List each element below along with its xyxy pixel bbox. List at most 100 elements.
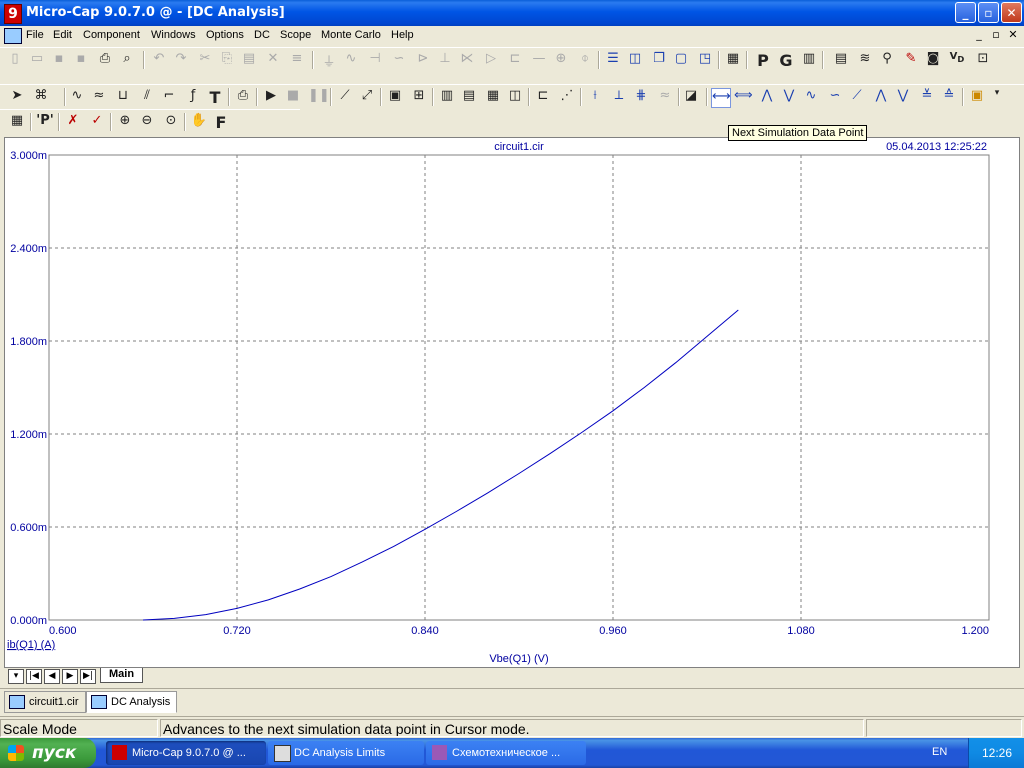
top-icon[interactable]: ≚ — [918, 88, 936, 106]
system-clock[interactable]: 12:26 — [968, 738, 1024, 768]
task-microcap[interactable]: Micro-Cap 9.0.7.0 @ ... — [106, 741, 266, 765]
formula-icon[interactable]: ƒ — [184, 88, 202, 106]
mdi-minimize-button[interactable]: _ — [972, 29, 986, 42]
pen-icon[interactable]: ✎ — [902, 51, 920, 69]
vertical-grid-icon[interactable]: ▦ — [484, 88, 502, 106]
cursor-step-icon[interactable]: ⟊ — [586, 88, 604, 106]
probe-icon[interactable]: ⌽ — [576, 51, 594, 69]
bottom-icon[interactable]: ≙ — [940, 88, 958, 106]
pause-icon[interactable]: ❚❚ — [308, 88, 330, 106]
plot-window[interactable]: 0.600 0.720 0.840 0.960 1.080 1.200 0.000m 0.60… — [4, 137, 1020, 668]
select-arrow-icon[interactable]: ➤ — [8, 88, 26, 106]
paste-icon[interactable]: ▤ — [240, 51, 258, 69]
menu-windows[interactable]: Windows — [151, 29, 196, 41]
first-page-button[interactable]: |◀ — [26, 669, 42, 684]
zoom-out-icon[interactable]: ⊖ — [138, 113, 156, 131]
global-low-icon[interactable]: ⋁ — [894, 88, 912, 106]
global-high-icon[interactable]: ⋀ — [872, 88, 890, 106]
new-file-icon[interactable]: ▯ — [6, 51, 24, 69]
tangent-icon[interactable]: ⫽ — [138, 88, 156, 106]
valley-cursor-icon[interactable]: ⋁ — [780, 88, 798, 106]
app-icon[interactable]: 9 — [4, 4, 22, 24]
horizontal-grid-icon[interactable]: ▤ — [460, 88, 478, 106]
package-icon[interactable]: ▣ — [968, 88, 986, 106]
window-split-v-icon[interactable]: ◫ — [626, 51, 644, 69]
y-cursor-icon[interactable]: ✓ — [88, 113, 106, 131]
ground-icon[interactable]: ⏚ — [320, 51, 338, 70]
menu-component[interactable]: Component — [83, 29, 140, 41]
data-points-icon[interactable]: ⋰ — [558, 88, 576, 106]
baseline-icon[interactable]: ⊏ — [534, 88, 552, 106]
tab-main[interactable]: Main — [100, 668, 144, 683]
last-page-button[interactable]: ▶| — [80, 669, 96, 684]
print-icon[interactable]: ⎙ — [96, 51, 114, 69]
title-bar[interactable]: 9 Micro-Cap 9.0.7.0 @ - [DC Analysis] _ … — [0, 0, 1024, 26]
save-all-icon[interactable]: ▪ — [72, 51, 90, 69]
next-data-point-icon[interactable]: ⟷ — [711, 88, 731, 108]
waveform-icon[interactable]: ≋ — [856, 51, 874, 69]
tab-circuit1[interactable]: circuit1.cir — [4, 691, 86, 713]
stop-icon[interactable]: ■ — [284, 88, 302, 106]
mdi-restore-button[interactable]: ▫ — [989, 29, 1003, 42]
numeric-table-icon[interactable]: ▦ — [8, 113, 26, 131]
save-icon[interactable]: ▪ — [50, 51, 68, 69]
open-folder-icon[interactable]: ▭ — [28, 51, 46, 69]
menu-scope[interactable]: Scope — [280, 29, 311, 41]
plot-frame-icon[interactable]: ◙ — [924, 51, 942, 69]
dropdown-arrow-icon[interactable]: ▾ — [988, 88, 1006, 106]
low-cursor-icon[interactable]: ∽ — [826, 88, 844, 106]
peak-cursor-icon[interactable]: ⋀ — [758, 88, 776, 106]
point-tag-icon[interactable]: ⌐ — [160, 88, 178, 106]
copy-icon[interactable]: ⎘ — [218, 51, 236, 69]
prev-page-button[interactable]: ◀ — [44, 669, 60, 684]
p-marker-icon[interactable]: 'P' — [36, 113, 54, 131]
box-grid-icon[interactable]: ◫ — [506, 88, 524, 106]
menu-file[interactable]: File — [26, 29, 44, 41]
probe-tool-icon[interactable]: ⚲ — [878, 51, 896, 69]
minor-grid-icon[interactable]: ▥ — [438, 88, 456, 106]
next-page-button[interactable]: ▶ — [62, 669, 78, 684]
menu-edit[interactable]: Edit — [53, 29, 72, 41]
peak-icon[interactable]: ≈ — [90, 88, 108, 106]
high-cursor-icon[interactable]: ∿ — [802, 88, 820, 106]
prev-data-point-icon[interactable]: ⟺ — [734, 88, 753, 106]
wire-icon[interactable]: — — [530, 51, 548, 69]
language-indicator[interactable]: EN — [932, 746, 947, 758]
opamp-icon[interactable]: ▷ — [482, 51, 500, 69]
properties-icon[interactable]: ⎙ — [234, 88, 252, 106]
page-menu-button[interactable]: ▾ — [8, 669, 24, 684]
cascade-icon[interactable]: ❐ — [650, 51, 668, 69]
window-split-h-icon[interactable]: ☰ — [604, 51, 622, 69]
tile-icon[interactable]: ▢ — [672, 51, 690, 69]
select-all-icon[interactable]: ≡ — [288, 51, 306, 69]
print-preview-icon[interactable]: ⌕ — [118, 51, 136, 69]
undo-icon[interactable]: ↶ — [150, 51, 168, 69]
run-icon[interactable]: ▶ — [262, 88, 280, 106]
trace-icon[interactable]: ∿ — [68, 88, 86, 106]
cursor-right-icon[interactable]: ⋕ — [632, 88, 650, 106]
redo-icon[interactable]: ↷ — [172, 51, 190, 69]
zoom-window-icon[interactable]: ⊡ — [974, 51, 992, 69]
task-document[interactable]: Схемотехническое ... — [426, 741, 586, 765]
window-icon[interactable]: ◳ — [696, 51, 714, 69]
capacitor-icon[interactable]: ⊣ — [366, 51, 384, 69]
switch-icon[interactable]: ⊏ — [506, 51, 524, 69]
document-icon[interactable] — [4, 28, 22, 44]
mdi-close-button[interactable]: ✕ — [1006, 29, 1020, 42]
calculator-icon[interactable]: ▦ — [724, 51, 742, 69]
menu-options[interactable]: Options — [206, 29, 244, 41]
x-cursor-icon[interactable]: ✗ — [64, 113, 82, 131]
p-key-icon[interactable]: P — [754, 51, 772, 70]
text-icon[interactable]: T — [206, 88, 224, 107]
inductor-icon[interactable]: ∽ — [390, 51, 408, 69]
grid-icon[interactable]: ⊞ — [410, 88, 428, 106]
menu-monte-carlo[interactable]: Monte Carlo — [321, 29, 381, 41]
font-icon[interactable]: F — [212, 113, 230, 132]
diode-icon[interactable]: ⊳ — [414, 51, 432, 69]
resistor-icon[interactable]: ∿ — [342, 51, 360, 69]
close-button[interactable]: ✕ — [1001, 2, 1022, 23]
node-select-icon[interactable]: ⌘ — [32, 88, 50, 106]
slope-icon[interactable]: ⊔ — [114, 88, 132, 106]
tab-dc-analysis[interactable]: DC Analysis — [86, 691, 178, 713]
chart[interactable]: 0.600 0.720 0.840 0.960 1.080 1.200 0.000m 0.60… — [5, 138, 1019, 667]
